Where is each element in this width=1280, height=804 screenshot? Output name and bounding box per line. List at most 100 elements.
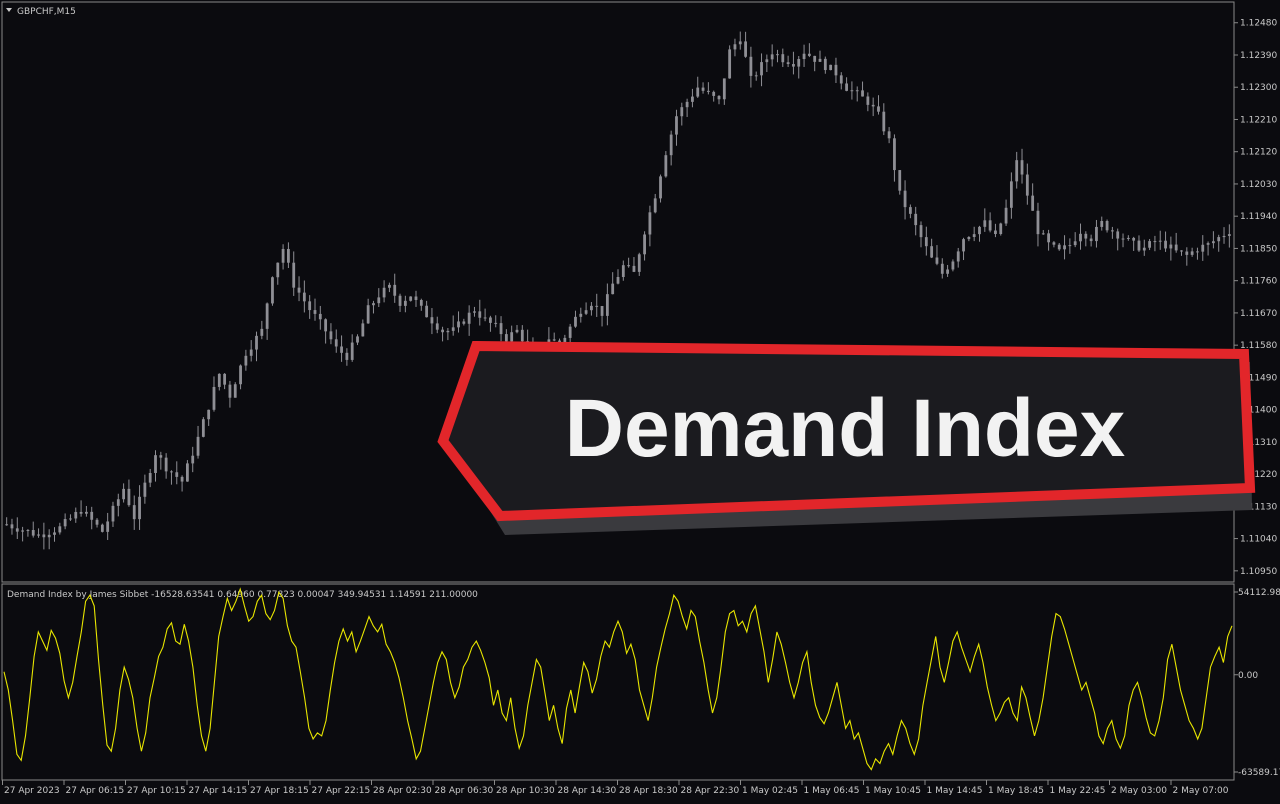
price-tick-label: 1.11760 <box>1240 277 1277 287</box>
candle-body <box>1126 237 1130 239</box>
candle-body <box>733 44 737 50</box>
candle-body <box>350 342 354 360</box>
candle-body <box>69 518 72 520</box>
candle-body <box>473 311 476 313</box>
candle-body <box>122 488 126 500</box>
candle-body <box>584 310 588 314</box>
candle <box>728 45 732 79</box>
candle-body <box>1217 237 1221 242</box>
time-tick-label: 2 May 03:00 <box>1111 786 1167 796</box>
candle-body <box>489 317 492 323</box>
candle-body <box>967 236 971 240</box>
candle-body <box>744 41 747 57</box>
candle-body <box>914 213 918 226</box>
candle-body <box>10 524 14 529</box>
candle-body <box>637 254 641 272</box>
candle-body <box>388 284 391 288</box>
indicator-tick-label: 0.00 <box>1238 671 1258 681</box>
candle-body <box>116 499 120 506</box>
chart-canvas[interactable]: GBPCHF,M15 Demand Index by James Sibbet … <box>0 0 1280 800</box>
candle-body <box>276 262 280 278</box>
candle-body <box>1110 230 1114 232</box>
time-tick-label: 28 Apr 02:30 <box>373 786 432 796</box>
candle-body <box>1185 251 1189 255</box>
candle-body <box>520 329 524 342</box>
candle-body <box>356 336 359 343</box>
candle-body <box>1052 242 1056 245</box>
candle-body <box>696 87 700 97</box>
candle-body <box>196 436 200 456</box>
time-tick-label: 28 Apr 10:30 <box>496 786 555 796</box>
candle-body <box>839 75 843 84</box>
candle <box>999 222 1003 236</box>
time-tick-label: 1 May 10:45 <box>865 786 921 796</box>
candle-body <box>191 455 195 464</box>
candle-body <box>579 313 583 317</box>
candle-body <box>951 261 955 270</box>
candle-body <box>100 524 104 532</box>
candle-body <box>978 226 981 235</box>
indicator-tick-label: -63589.176 <box>1238 768 1280 778</box>
candle-body <box>95 519 99 525</box>
time-tick-label: 1 May 06:45 <box>804 786 860 796</box>
candle-body <box>691 96 694 102</box>
candle-body <box>281 248 285 263</box>
candle-body <box>1142 247 1146 251</box>
candle-body <box>334 339 338 347</box>
candle-body <box>63 519 67 527</box>
candle-body <box>90 511 94 520</box>
candle-body <box>74 511 78 519</box>
candle-body <box>866 96 870 105</box>
candle-body <box>1073 241 1077 246</box>
candle-body <box>999 223 1003 235</box>
candle-body <box>382 287 386 298</box>
candle-body <box>106 521 110 532</box>
candle-body <box>398 295 402 306</box>
candle-body <box>786 62 790 65</box>
candle-body <box>855 90 859 92</box>
candle-body <box>1164 240 1167 249</box>
candle-body <box>1004 207 1008 224</box>
candle-body <box>781 54 785 63</box>
candle-body <box>605 294 609 316</box>
candle-body <box>871 104 875 107</box>
candle <box>659 174 662 203</box>
candle-body <box>946 269 949 274</box>
time-tick-label: 28 Apr 14:30 <box>558 786 617 796</box>
candle-body <box>223 373 227 385</box>
candle-body <box>983 220 987 227</box>
candle-body <box>148 473 152 483</box>
banner-title: Demand Index <box>565 383 1125 474</box>
candle-body <box>79 511 83 514</box>
time-tick-label: 1 May 22:45 <box>1050 786 1106 796</box>
candle-body <box>1020 160 1024 175</box>
candle-body <box>340 346 343 353</box>
candle-body <box>818 58 822 62</box>
candle-body <box>393 284 397 296</box>
candle-body <box>722 78 726 100</box>
candle-body <box>1084 233 1088 239</box>
candle-body <box>143 482 147 497</box>
candle-body <box>930 246 934 258</box>
candle-body <box>297 287 301 293</box>
candle-body <box>409 296 413 301</box>
candle-body <box>792 64 795 67</box>
symbol-header[interactable]: GBPCHF,M15 <box>6 7 76 17</box>
candle-body <box>451 327 455 331</box>
candle-body <box>21 530 25 532</box>
candle-body <box>1079 233 1082 242</box>
candle-body <box>590 305 593 311</box>
time-tick-label: 1 May 02:45 <box>742 786 798 796</box>
candle-body <box>186 463 189 482</box>
candle-body <box>664 155 668 177</box>
candle-body <box>483 317 487 319</box>
candle-body <box>706 90 710 92</box>
price-tick-label: 1.12480 <box>1240 19 1277 29</box>
candle-body <box>1089 238 1093 242</box>
candle-body <box>893 138 896 171</box>
candle-body <box>1206 243 1210 245</box>
candle-body <box>956 251 960 262</box>
candle-body <box>372 303 375 306</box>
candle-body <box>1041 233 1045 235</box>
candle-body <box>898 170 902 191</box>
